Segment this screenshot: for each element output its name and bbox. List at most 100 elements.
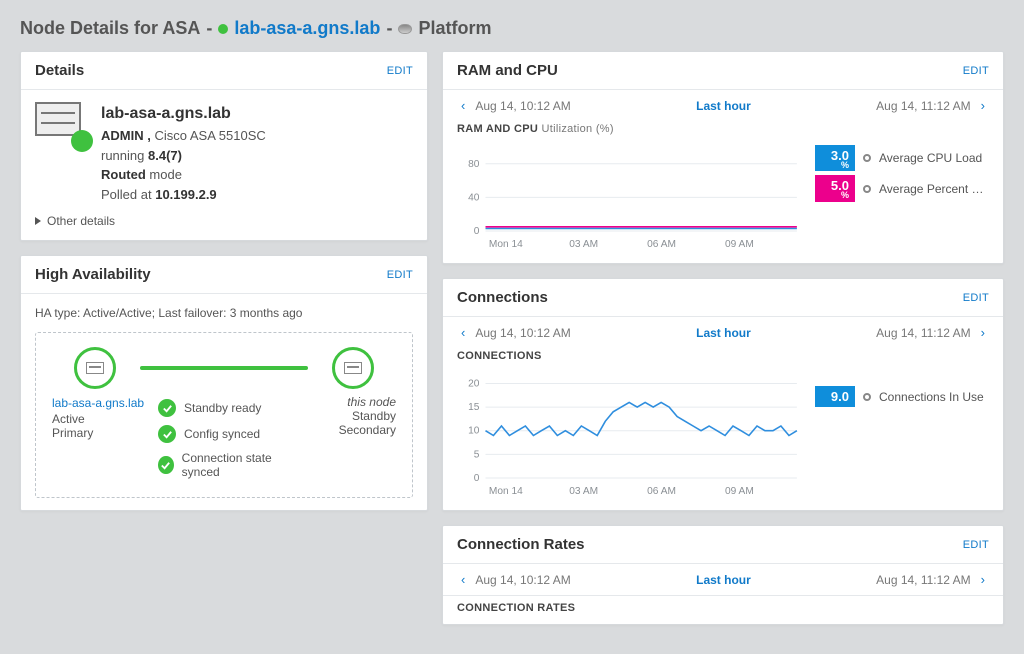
ha-status-item: Config synced <box>158 421 296 447</box>
time-end: Aug 14, 11:12 AM <box>876 573 971 587</box>
details-mode-suffix: mode <box>149 167 182 182</box>
ha-status-label: Config synced <box>184 427 260 441</box>
connection-rates-title: Connection Rates <box>457 536 585 553</box>
other-details-toggle[interactable]: Other details <box>35 214 413 228</box>
time-range-select[interactable]: Last hour <box>696 573 751 587</box>
ram-cpu-time-bar: ‹ Aug 14, 10:12 AM Last hour Aug 14, 11:… <box>443 90 1003 121</box>
time-prev-button[interactable]: ‹ <box>457 98 469 113</box>
dash-icon: - <box>386 18 392 39</box>
time-start: Aug 14, 10:12 AM <box>475 99 570 113</box>
connections-chart-label: CONNECTIONS <box>457 350 542 362</box>
ha-left-node-labels: lab-asa-a.gns.lab Active Primary <box>52 395 152 483</box>
connections-legend: 9.0 Connections In Use <box>815 368 989 411</box>
svg-text:09 AM: 09 AM <box>725 239 754 250</box>
legend-badge: 3.0 % <box>815 145 855 171</box>
legend-cpu-unit: % <box>821 163 849 168</box>
ha-right-state: Standby <box>296 409 396 423</box>
other-details-label: Other details <box>47 214 115 228</box>
legend-badge: 9.0 <box>815 386 855 407</box>
check-icon <box>158 425 176 443</box>
svg-text:06 AM: 06 AM <box>647 486 676 497</box>
time-next-button[interactable]: › <box>977 98 989 113</box>
details-card: Details EDIT lab-asa-a.gns.lab ADMIN , C… <box>20 51 428 241</box>
svg-text:Mon 14: Mon 14 <box>489 239 523 250</box>
ha-node-up-icon <box>332 347 374 389</box>
title-platform: Platform <box>418 18 491 39</box>
connections-time-bar: ‹ Aug 14, 10:12 AM Last hour Aug 14, 11:… <box>443 317 1003 348</box>
svg-text:80: 80 <box>468 159 480 170</box>
time-end: Aug 14, 11:12 AM <box>876 99 971 113</box>
svg-text:06 AM: 06 AM <box>647 239 676 250</box>
svg-text:0: 0 <box>474 226 480 237</box>
ha-status-item: Connection state synced <box>158 447 296 483</box>
title-hostname[interactable]: lab-asa-a.gns.lab <box>234 18 380 39</box>
connection-rates-chart-title: CONNECTION RATES <box>443 596 1003 624</box>
legend-item-mem[interactable]: 5.0 % Average Percent Me… <box>815 175 989 201</box>
ha-right-node-labels: this node Standby Secondary <box>296 395 396 483</box>
ha-card: High Availability EDIT HA type: Active/A… <box>20 255 428 511</box>
chevron-right-icon <box>35 217 41 225</box>
svg-text:15: 15 <box>468 402 480 413</box>
legend-cpu-label: Average CPU Load <box>879 151 989 165</box>
connection-rates-edit-link[interactable]: EDIT <box>963 539 989 551</box>
details-title: Details <box>35 62 84 79</box>
ha-meta-value: 3 months ago <box>230 306 303 320</box>
connections-edit-link[interactable]: EDIT <box>963 292 989 304</box>
ha-edit-link[interactable]: EDIT <box>387 269 413 281</box>
details-polled-ip: 10.199.2.9 <box>155 187 216 202</box>
status-up-icon <box>218 24 228 34</box>
page-title: Node Details for ASA - lab-asa-a.gns.lab… <box>20 18 1004 39</box>
connection-rates-time-bar: ‹ Aug 14, 10:12 AM Last hour Aug 14, 11:… <box>443 564 1003 595</box>
time-start: Aug 14, 10:12 AM <box>475 573 570 587</box>
ram-cpu-chart[interactable]: 04080Mon 1403 AM06 AM09 AM <box>457 141 803 251</box>
marker-icon <box>863 185 871 193</box>
ram-cpu-title: RAM and CPU <box>457 62 558 79</box>
ha-status-list: Standby ready Config synced Connection s… <box>152 395 296 483</box>
time-next-button[interactable]: › <box>977 572 989 587</box>
ha-meta: HA type: Active/Active; Last failover: 3… <box>35 306 413 320</box>
time-range-select[interactable]: Last hour <box>696 326 751 340</box>
details-edit-link[interactable]: EDIT <box>387 65 413 77</box>
legend-item-conn[interactable]: 9.0 Connections In Use <box>815 386 989 407</box>
connection-rates-card: Connection Rates EDIT ‹ Aug 14, 10:12 AM… <box>442 525 1004 625</box>
ram-cpu-chart-sublabel: Utilization (%) <box>541 123 613 135</box>
connections-chart[interactable]: 05101520Mon 1403 AM06 AM09 AM <box>457 368 803 498</box>
ha-right-host: this node <box>296 395 396 409</box>
details-running-label: running <box>101 148 144 163</box>
svg-text:03 AM: 03 AM <box>569 486 598 497</box>
svg-text:10: 10 <box>468 426 480 437</box>
legend-conn-label: Connections In Use <box>879 390 989 404</box>
ram-cpu-edit-link[interactable]: EDIT <box>963 65 989 77</box>
check-icon <box>158 456 174 474</box>
connections-chart-title: CONNECTIONS <box>443 348 1003 362</box>
device-icon <box>35 102 87 146</box>
legend-item-cpu[interactable]: 3.0 % Average CPU Load <box>815 145 989 171</box>
time-start: Aug 14, 10:12 AM <box>475 326 570 340</box>
ha-node-up-icon <box>74 347 116 389</box>
ha-status-item: Standby ready <box>158 395 296 421</box>
title-prefix: Node Details for ASA <box>20 18 200 39</box>
ha-status-label: Connection state synced <box>182 451 296 479</box>
time-range-select[interactable]: Last hour <box>696 99 751 113</box>
ram-cpu-chart-label: RAM AND CPU <box>457 123 538 135</box>
legend-conn-value: 9.0 <box>831 389 849 404</box>
time-prev-button[interactable]: ‹ <box>457 325 469 340</box>
ha-left-host[interactable]: lab-asa-a.gns.lab <box>52 395 152 412</box>
connections-title: Connections <box>457 289 548 306</box>
legend-mem-label: Average Percent Me… <box>879 182 989 196</box>
svg-text:09 AM: 09 AM <box>725 486 754 497</box>
time-prev-button[interactable]: ‹ <box>457 572 469 587</box>
details-version: 8.4(7) <box>148 148 182 163</box>
svg-text:0: 0 <box>474 473 480 484</box>
ha-right-role: Secondary <box>296 423 396 437</box>
status-up-icon <box>71 130 93 152</box>
time-next-button[interactable]: › <box>977 325 989 340</box>
check-icon <box>158 399 176 417</box>
details-polled-label: Polled at <box>101 187 152 202</box>
ha-link-line-icon <box>140 366 308 370</box>
marker-icon <box>863 154 871 162</box>
ha-node-left[interactable] <box>52 347 138 389</box>
ha-node-right[interactable] <box>310 347 396 389</box>
svg-text:03 AM: 03 AM <box>569 239 598 250</box>
connection-rates-chart-label: CONNECTION RATES <box>457 602 575 614</box>
